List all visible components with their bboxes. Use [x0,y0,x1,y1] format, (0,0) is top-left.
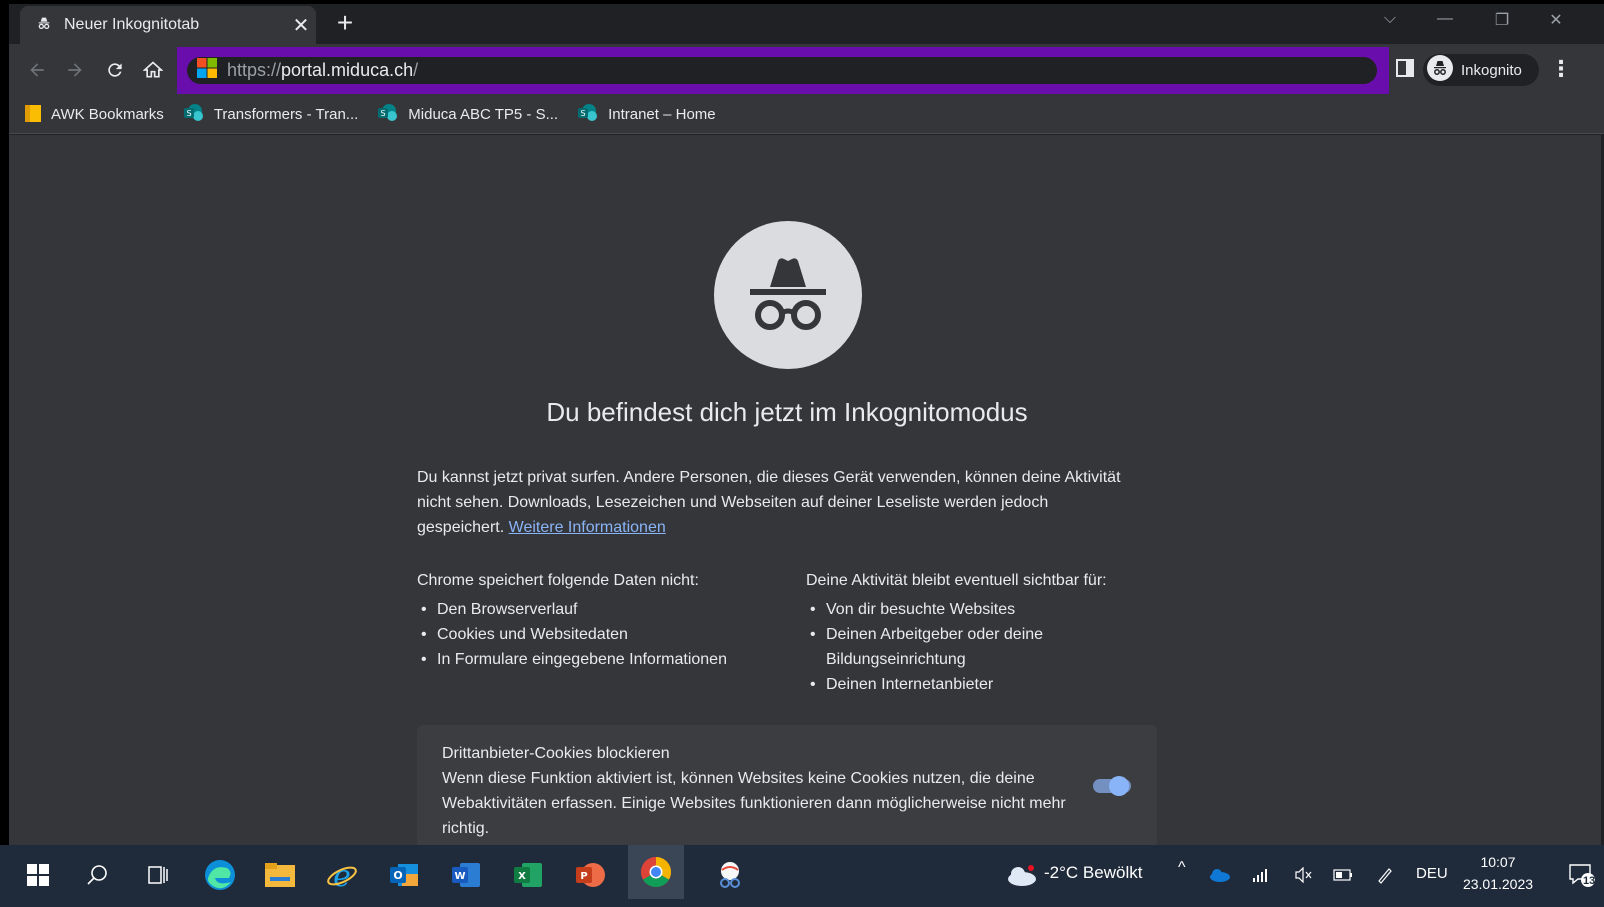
cookie-card-text: Wenn diese Funktion aktiviert ist, könne… [442,770,1066,837]
weather-text[interactable]: -2°C Bewölkt [1044,863,1142,883]
bookmark-awk[interactable]: AWK Bookmarks [25,104,164,126]
snipping-tool-icon[interactable] [708,853,752,897]
browser-chrome: Neuer Inkognitotab ✕ + ⌵ — ❐ ✕ https:// … [9,4,1604,135]
bookmark-miduca[interactable]: S Miduca ABC TP5 - S... [378,103,559,126]
screen: Neuer Inkognitotab ✕ + ⌵ — ❐ ✕ https:// … [0,0,1604,907]
bookmarks-bar: AWK Bookmarks S Transformers - Tran... S… [9,96,1604,134]
wifi-signal-icon[interactable] [1248,853,1274,897]
excel-icon[interactable]: X [506,853,550,897]
battery-icon[interactable] [1330,853,1356,897]
omnibox-highlight: https://portal.miduca.ch / [177,47,1389,94]
volume-muted-icon[interactable] [1290,853,1316,897]
tab-title: Neuer Inkognitotab [64,16,200,33]
list-item: Deinen Internetanbieter [806,672,1146,697]
not-saved-title: Chrome speichert folgende Daten nicht: [417,572,699,589]
windows-taskbar: e O W X P -2°C Bewölkt ^ DEU 10:07 23.01… [0,845,1604,907]
visible-to-column: Deine Aktivität bleibt eventuell sichtba… [806,568,1146,697]
back-icon[interactable] [23,56,51,84]
home-icon[interactable] [139,56,167,84]
bookmark-label: AWK Bookmarks [51,106,164,123]
not-saved-column: Chrome speichert folgende Daten nicht: D… [417,568,797,672]
task-view-icon[interactable] [136,853,180,897]
profile-button[interactable]: Inkognito [1423,54,1539,86]
tray-expand-icon[interactable]: ^ [1178,859,1186,877]
windows-start-icon[interactable] [16,853,60,897]
incognito-hero-icon [714,221,862,369]
edge-icon[interactable] [198,853,242,897]
svg-text:W: W [454,871,465,882]
visible-to-list: Von dir besuchte Websites Deinen Arbeitg… [806,597,1146,697]
bookmark-label: Miduca ABC TP5 - S... [408,106,559,123]
list-item: Deinen Arbeitgeber oder deine Bildungsei… [806,622,1066,672]
pen-icon[interactable] [1372,853,1398,897]
tab-search-icon[interactable]: ⌵ [1375,10,1405,28]
side-panel-icon[interactable] [1395,58,1419,82]
cookie-card-title: Drittanbieter-Cookies blockieren [442,745,670,762]
restore-button[interactable]: ❐ [1487,10,1517,30]
list-item: In Formulare eingegebene Informationen [417,647,797,672]
close-window-button[interactable]: ✕ [1541,10,1571,30]
url-path: / [413,60,419,80]
bookmark-label: Intranet – Home [608,106,716,123]
learn-more-link[interactable]: Weitere Informationen [509,519,666,536]
sharepoint-icon: S [183,103,204,126]
bookmark-label: Transformers - Tran... [213,106,359,123]
clock-date: 23.01.2023 [1462,876,1534,892]
clock-time: 10:07 [1480,854,1516,870]
notification-count: 13 [1583,875,1596,887]
incognito-page: Du befindest dich jetzt im Inkognitomodu… [9,135,1604,849]
toolbar: https://portal.miduca.ch / Inkognito ⋮ [9,44,1604,96]
incognito-icon [36,15,52,36]
sharepoint-icon: S [578,103,598,126]
third-party-cookies-card: Drittanbieter-Cookies blockieren Wenn di… [417,725,1157,849]
weather-cloud-icon[interactable] [1000,853,1044,897]
tab-strip: Neuer Inkognitotab ✕ + ⌵ — ❐ ✕ [9,4,1604,44]
svg-text:e: e [333,859,351,891]
list-item: Den Browserverlauf [417,597,797,622]
forward-icon[interactable] [61,56,89,84]
microsoft-icon [197,58,217,83]
chrome-icon[interactable] [628,845,684,899]
list-item: Cookies und Websitedaten [417,622,797,647]
toggle-knob[interactable] [1109,776,1129,796]
profile-label: Inkognito [1461,61,1522,79]
sharepoint-icon: S [378,103,398,126]
page-title: Du befindest dich jetzt im Inkognitomodu… [546,397,1028,427]
powerpoint-icon[interactable]: P [568,853,612,897]
outlook-icon[interactable]: O [382,853,426,897]
notification-center-icon[interactable]: 13 [1566,853,1598,897]
address-bar[interactable]: https://portal.miduca.ch / [187,57,1377,84]
incognito-avatar-icon [1427,54,1453,86]
search-icon[interactable] [76,853,120,897]
url-host: portal.miduca.ch [281,60,414,80]
clock[interactable]: 10:07 23.01.2023 [1458,851,1538,895]
new-tab-button[interactable]: + [331,9,359,38]
reload-icon[interactable] [101,56,129,84]
menu-icon[interactable]: ⋮ [1549,56,1573,84]
url-scheme: https:// [227,60,282,80]
minimize-button[interactable]: — [1430,10,1460,28]
tab-incognito[interactable]: Neuer Inkognitotab ✕ [20,6,316,44]
visible-to-title: Deine Aktivität bleibt eventuell sichtba… [806,572,1107,589]
language-indicator[interactable]: DEU [1416,865,1448,882]
svg-text:P: P [580,871,587,882]
list-item: Von dir besuchte Websites [806,597,1146,622]
tab-close-icon[interactable]: ✕ [286,13,316,38]
not-saved-list: Den Browserverlauf Cookies und Websiteda… [417,597,797,672]
svg-text:O: O [393,869,402,882]
file-explorer-icon[interactable] [258,853,302,897]
svg-text:S: S [186,109,191,118]
bookmark-intranet[interactable]: S Intranet – Home [578,103,716,126]
svg-text:S: S [581,109,586,118]
svg-text:X: X [518,871,526,882]
folder-icon [25,104,41,126]
svg-text:S: S [381,109,386,118]
word-icon[interactable]: W [444,853,488,897]
intro-text: Du kannst jetzt privat surfen. Andere Pe… [417,465,1137,540]
bookmark-transformers[interactable]: S Transformers - Tran... [183,103,359,126]
internet-explorer-icon[interactable]: e [320,853,364,897]
onedrive-icon[interactable] [1206,853,1232,897]
